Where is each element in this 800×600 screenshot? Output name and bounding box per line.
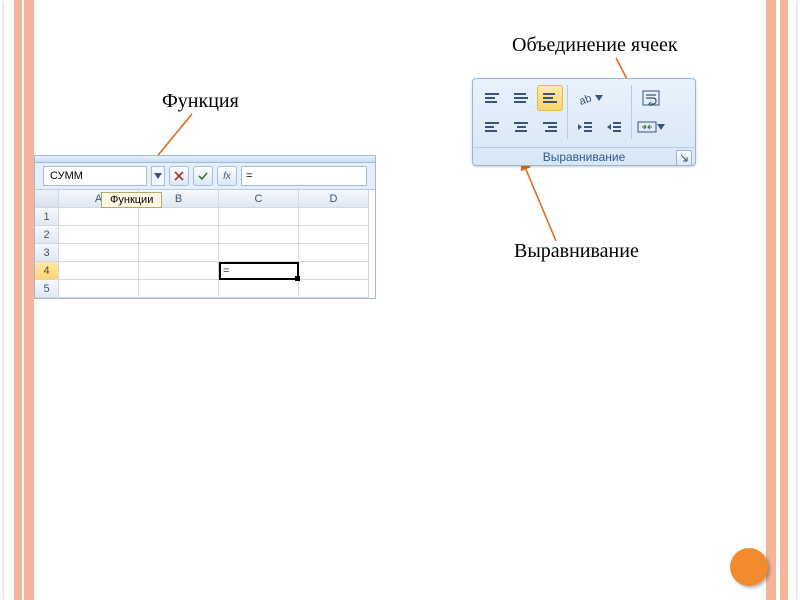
col-header[interactable]: C	[219, 190, 299, 208]
align-bottom-icon	[543, 93, 557, 103]
align-right-icon	[543, 122, 557, 132]
label-function: Функция	[162, 90, 239, 113]
active-cell[interactable]: =	[219, 262, 299, 280]
cell[interactable]	[139, 208, 219, 226]
decor-stripe	[14, 0, 22, 600]
align-top-icon	[485, 93, 499, 103]
cell[interactable]	[299, 226, 369, 244]
check-icon	[198, 171, 208, 181]
svg-text:ab: ab	[578, 93, 594, 106]
align-center-button[interactable]	[508, 114, 534, 140]
name-box-dropdown[interactable]	[151, 166, 165, 186]
separator	[567, 85, 568, 139]
close-icon	[174, 171, 184, 181]
cell[interactable]	[59, 280, 139, 298]
align-middle-icon	[514, 93, 528, 103]
cell[interactable]	[139, 226, 219, 244]
row-header-active[interactable]: 4	[35, 262, 59, 280]
increase-indent-icon	[606, 120, 622, 134]
decrease-indent-icon	[577, 120, 593, 134]
dialog-launcher-icon	[680, 154, 688, 162]
align-middle-button[interactable]	[508, 85, 534, 111]
orient-indent-column: ab	[572, 85, 627, 145]
decor-stripe	[24, 0, 34, 600]
wrap-text-icon	[642, 90, 660, 106]
select-all-cell[interactable]	[35, 190, 59, 208]
separator	[631, 85, 632, 139]
wrap-merge-column	[636, 85, 666, 145]
chevron-down-icon	[595, 95, 603, 101]
decrease-indent-button[interactable]	[572, 114, 598, 140]
ribbon-body: ab	[473, 79, 695, 147]
label-merge-cells: Объединение ячеек	[512, 34, 678, 57]
decor-stripe	[766, 0, 776, 600]
cell[interactable]	[59, 208, 139, 226]
functions-tooltip: Функции	[101, 192, 162, 208]
cell[interactable]	[219, 226, 299, 244]
increase-indent-button[interactable]	[601, 114, 627, 140]
row-header[interactable]: 3	[35, 244, 59, 262]
cell[interactable]	[139, 280, 219, 298]
cell[interactable]	[299, 280, 369, 298]
cell[interactable]	[139, 244, 219, 262]
col-header[interactable]: D	[299, 190, 369, 208]
cell[interactable]	[219, 244, 299, 262]
chevron-down-icon	[657, 124, 665, 130]
cell[interactable]	[59, 262, 139, 280]
chevron-down-icon	[154, 173, 162, 179]
cell[interactable]	[219, 208, 299, 226]
cell[interactable]	[299, 244, 369, 262]
align-left-button[interactable]	[479, 114, 505, 140]
cell[interactable]	[299, 208, 369, 226]
cell[interactable]	[299, 262, 369, 280]
ribbon-group-label: Выравнивание	[543, 150, 626, 164]
wrap-text-button[interactable]	[636, 85, 666, 111]
dialog-launcher-button[interactable]	[676, 150, 692, 166]
merge-center-button[interactable]	[636, 114, 666, 140]
decor-stripe	[780, 0, 788, 600]
row-header[interactable]: 1	[35, 208, 59, 226]
align-right-button[interactable]	[537, 114, 563, 140]
slide: Функция Объединение ячеек Выравнивание С…	[4, 0, 796, 600]
cell[interactable]	[219, 280, 299, 298]
align-bottom-button[interactable]	[537, 85, 563, 111]
align-top-button[interactable]	[479, 85, 505, 111]
row-header[interactable]: 2	[35, 226, 59, 244]
insert-function-button[interactable]: fx	[217, 166, 237, 186]
cell[interactable]	[59, 226, 139, 244]
valign-column	[479, 85, 563, 145]
formula-bar-input[interactable]: =	[241, 166, 367, 186]
ribbon-group-title: Выравнивание	[473, 147, 695, 168]
enter-formula-button[interactable]	[193, 166, 213, 186]
fx-icon: fx	[223, 171, 231, 182]
align-center-icon	[514, 122, 528, 132]
cell[interactable]	[59, 244, 139, 262]
page-number-circle	[730, 548, 768, 586]
merge-cells-icon	[637, 119, 657, 135]
align-left-icon	[485, 122, 499, 132]
formula-bar-row: СУММ fx =	[35, 163, 375, 190]
cell[interactable]	[139, 262, 219, 280]
excel-titlebar	[35, 156, 375, 163]
excel-fragment: СУММ fx = Функции A B C D 1 2	[34, 155, 376, 299]
ribbon-alignment-group: ab	[472, 78, 696, 166]
cancel-formula-button[interactable]	[169, 166, 189, 186]
orientation-button[interactable]: ab	[572, 85, 608, 111]
name-box[interactable]: СУММ	[43, 166, 147, 186]
row-header[interactable]: 5	[35, 280, 59, 298]
orientation-icon: ab	[577, 90, 595, 106]
worksheet-grid[interactable]: A B C D 1 2 3 4 = 5	[35, 190, 375, 298]
label-alignment: Выравнивание	[514, 240, 639, 263]
